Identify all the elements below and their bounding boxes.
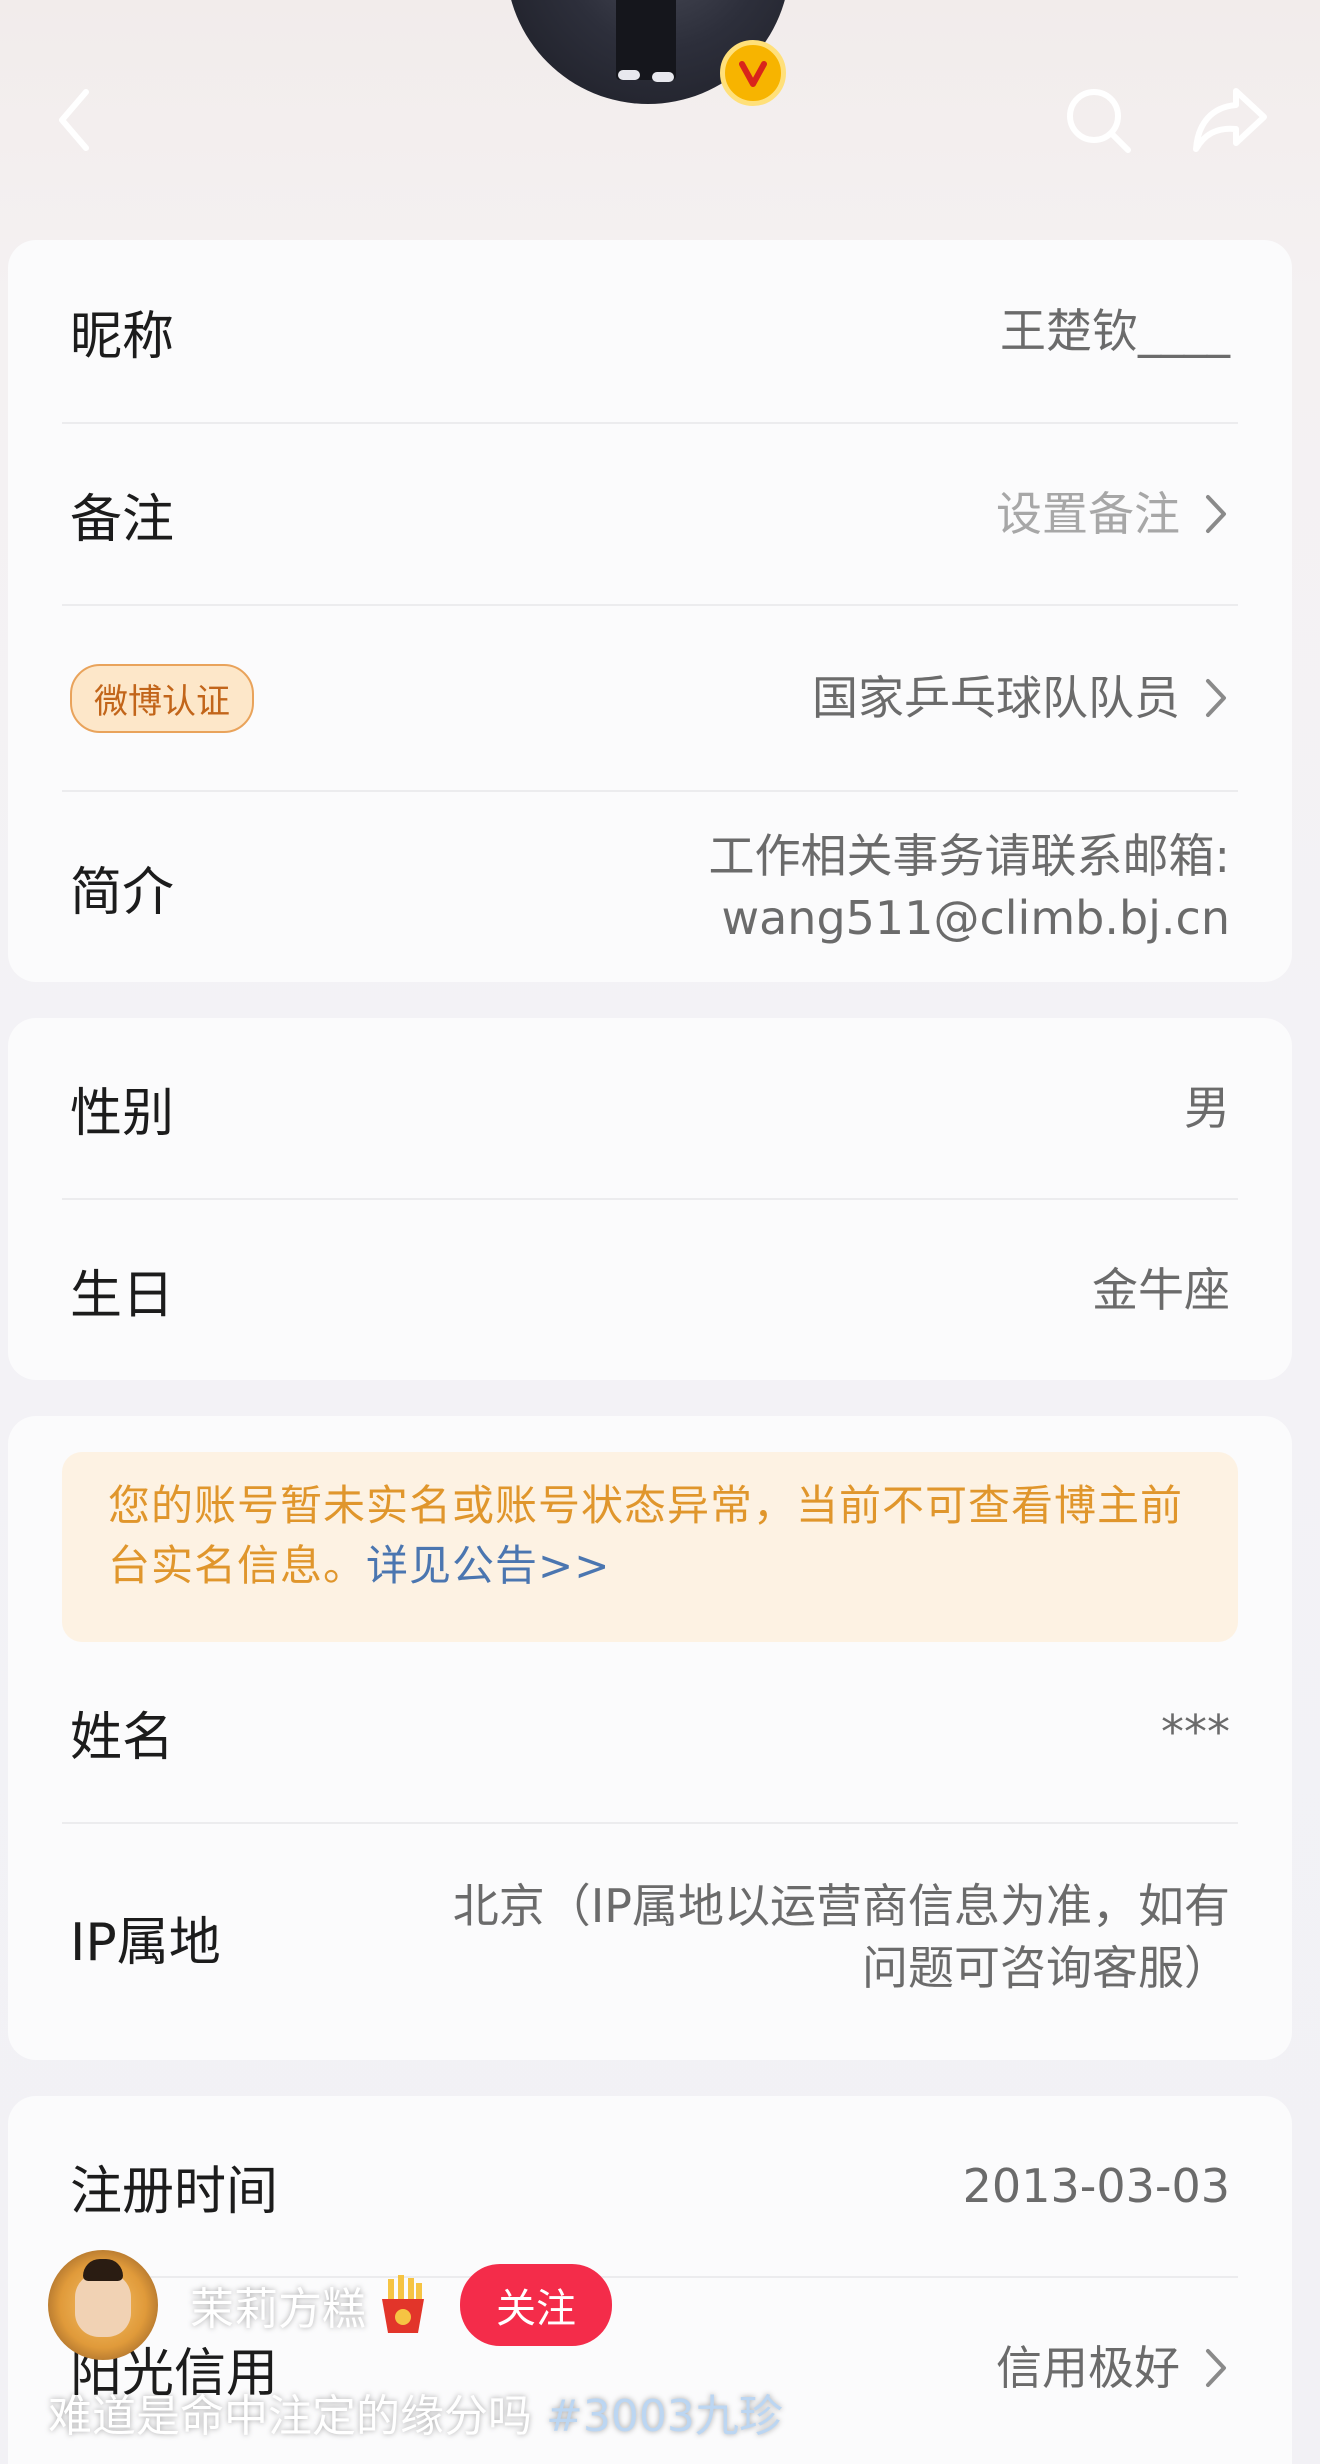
- chevron-right-icon: [1206, 679, 1226, 717]
- remark-label: 备注: [70, 489, 175, 550]
- personal-info-card: 性别 男 生日 金牛座: [8, 1018, 1292, 1380]
- realname-card: 您的账号暂未实名或账号状态异常，当前不可查看博主前台实名信息。详见公告>> 姓名…: [8, 1416, 1292, 2060]
- verify-value: 国家乒乓球队队员: [812, 671, 1180, 725]
- name-row: 姓名 ***: [70, 1642, 1230, 1822]
- bio-value: 工作相关事务请联系邮箱: wang511@climb.bj.cn: [709, 825, 1231, 949]
- birthday-value: 金牛座: [1092, 1263, 1230, 1317]
- realname-notice: 您的账号暂未实名或账号状态异常，当前不可查看博主前台实名信息。详见公告>>: [62, 1452, 1238, 1642]
- chevron-left-icon[interactable]: [34, 80, 114, 160]
- share-icon[interactable]: [1190, 80, 1270, 160]
- notice-text: 您的账号暂未实名或账号状态异常，当前不可查看博主前台实名信息。: [108, 1481, 1184, 1590]
- overlay-user-bar: 茉莉方糕 关注: [48, 2250, 612, 2360]
- bio-row: 简介 工作相关事务请联系邮箱: wang511@climb.bj.cn: [70, 792, 1230, 982]
- overlay-caption: 难道是命中注定的缘分吗 #3003九珍: [48, 2380, 783, 2444]
- chevron-right-icon: [1206, 2349, 1226, 2387]
- credit-value: 信用极好: [996, 2341, 1180, 2395]
- name-value: ***: [1161, 1705, 1230, 1759]
- caption-text: 难道是命中注定的缘分吗: [48, 2391, 532, 2442]
- remark-value: 设置备注: [996, 487, 1180, 541]
- caption-hashtag[interactable]: #3003九珍: [546, 2391, 783, 2442]
- fries-icon: [382, 2275, 424, 2333]
- gender-value: 男: [1184, 1081, 1230, 1135]
- ip-line-1: 北京（IP属地以运营商信息为准，如有: [452, 1879, 1230, 1933]
- nickname-value: 王楚钦____: [1000, 304, 1230, 358]
- name-label: 姓名: [70, 1707, 175, 1768]
- notice-link[interactable]: 详见公告>>: [366, 1541, 610, 1590]
- ip-value: 北京（IP属地以运营商信息为准，如有 问题可咨询客服）: [453, 1875, 1230, 1999]
- search-icon[interactable]: [1058, 80, 1138, 160]
- register-label: 注册时间: [70, 2161, 279, 2222]
- nickname-row: 昵称 王楚钦____: [70, 240, 1230, 422]
- top-bar: [0, 0, 1320, 240]
- birthday-row: 生日 金牛座: [70, 1200, 1230, 1380]
- ip-row: IP属地 北京（IP属地以运营商信息为准，如有 问题可咨询客服）: [70, 1824, 1230, 2050]
- overlay-username[interactable]: 茉莉方糕: [190, 2273, 366, 2337]
- remark-row[interactable]: 备注 设置备注: [70, 424, 1230, 604]
- basic-info-card: 昵称 王楚钦____ 备注 设置备注 微博认证 国家乒乓球队队员 简介 工作相关…: [8, 240, 1292, 982]
- birthday-label: 生日: [70, 1265, 175, 1326]
- chevron-right-icon: [1206, 495, 1226, 533]
- verify-row[interactable]: 微博认证 国家乒乓球队队员: [70, 606, 1230, 790]
- gender-label: 性别: [70, 1083, 175, 1144]
- gender-row: 性别 男: [70, 1018, 1230, 1198]
- verified-v-icon: [720, 40, 786, 106]
- follow-button[interactable]: 关注: [460, 2264, 612, 2346]
- weibo-verify-badge: 微博认证: [70, 663, 254, 733]
- ip-label: IP属地: [70, 1912, 221, 1973]
- bio-line-1: 工作相关事务请联系邮箱:: [708, 829, 1231, 883]
- nickname-label: 昵称: [70, 306, 175, 367]
- bio-line-2: wang511@climb.bj.cn: [721, 891, 1231, 945]
- ip-line-2: 问题可咨询客服）: [862, 1941, 1230, 1995]
- register-row: 注册时间 2013-03-03: [70, 2096, 1230, 2276]
- bio-label: 简介: [70, 862, 175, 923]
- overlay-avatar[interactable]: [48, 2250, 158, 2360]
- register-value: 2013-03-03: [962, 2159, 1230, 2213]
